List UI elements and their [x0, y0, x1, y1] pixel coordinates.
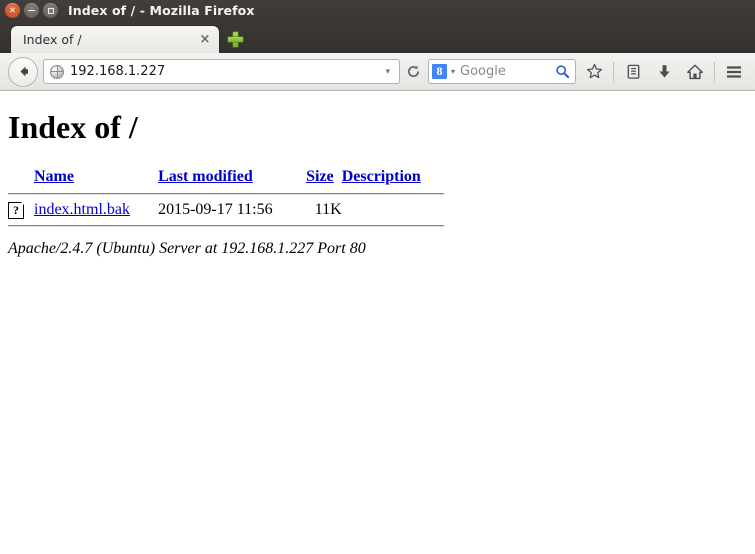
url-input[interactable]: 192.168.1.227	[70, 64, 380, 79]
new-tab-button[interactable]	[222, 25, 248, 53]
header-rule-row	[8, 190, 444, 198]
plus-icon	[227, 31, 244, 48]
home-icon	[687, 64, 703, 79]
search-icon[interactable]	[555, 64, 570, 79]
file-link[interactable]: index.html.bak	[34, 201, 130, 218]
window-controls: ×	[0, 3, 58, 18]
star-icon	[586, 63, 602, 79]
home-button[interactable]	[682, 59, 708, 85]
window-titlebar: × Index of / - Mozilla Firefox	[0, 0, 755, 21]
window-title: Index of / - Mozilla Firefox	[68, 3, 255, 18]
url-bar[interactable]: 192.168.1.227 ▾	[43, 59, 400, 84]
tab-index-of[interactable]: Index of / ×	[10, 25, 220, 53]
unknown-file-icon: ?	[8, 201, 25, 219]
reload-button[interactable]	[405, 64, 421, 80]
menu-button[interactable]	[721, 59, 747, 85]
icon-column-header	[8, 168, 34, 190]
table-header-row: Name Last modified Size Description	[8, 168, 444, 190]
close-icon: ×	[9, 5, 16, 14]
hamburger-menu-icon	[727, 65, 741, 78]
file-icon-cell: ?	[8, 198, 34, 222]
maximize-window-button[interactable]	[43, 3, 58, 18]
server-signature: Apache/2.4.7 (Ubuntu) Server at 192.168.…	[8, 240, 366, 257]
back-arrow-icon	[20, 66, 28, 77]
maximize-icon	[47, 7, 54, 14]
page-title: Index of /	[8, 109, 138, 145]
table-row: ? index.html.bak 2015-09-17 11:56 11K	[8, 198, 444, 222]
sort-by-name-link[interactable]: Name	[34, 168, 74, 185]
chevron-down-icon[interactable]: ▾	[380, 66, 395, 77]
globe-icon	[50, 64, 64, 79]
description-column-header: Description	[342, 168, 444, 190]
sort-by-description-link[interactable]: Description	[342, 168, 421, 185]
search-bar[interactable]: 8 ▾ Google	[428, 59, 576, 84]
toolbar-separator	[613, 61, 614, 82]
clipboard-icon	[627, 64, 639, 79]
bookmark-button[interactable]	[581, 59, 607, 85]
search-input[interactable]: Google	[460, 64, 555, 79]
file-modified-cell: 2015-09-17 11:56	[158, 201, 273, 218]
back-button[interactable]	[8, 56, 38, 87]
directory-listing-table: Name Last modified Size Description ? in…	[8, 168, 444, 230]
toolbar-separator	[714, 61, 715, 82]
name-column-header: Name	[34, 168, 158, 190]
file-size-cell: 11K	[314, 201, 342, 218]
file-description-cell	[342, 198, 444, 222]
last-modified-column-header: Last modified	[158, 168, 306, 190]
file-name-cell: index.html.bak	[34, 198, 158, 222]
google-icon: 8	[432, 64, 447, 79]
reading-list-button[interactable]	[620, 59, 646, 85]
sort-by-date-link[interactable]: Last modified	[158, 168, 253, 185]
footer-rule-row	[8, 222, 444, 230]
download-arrow-icon	[658, 65, 670, 78]
horizontal-rule	[8, 225, 444, 227]
navigation-toolbar: 192.168.1.227 ▾ 8 ▾ Google	[0, 53, 755, 91]
tab-strip: Index of / ×	[0, 21, 755, 53]
minimize-icon	[28, 9, 35, 12]
downloads-button[interactable]	[651, 59, 677, 85]
size-column-header: Size	[306, 168, 342, 190]
close-window-button[interactable]: ×	[5, 3, 20, 18]
horizontal-rule	[8, 193, 444, 195]
tab-close-icon[interactable]: ×	[197, 32, 213, 48]
minimize-window-button[interactable]	[24, 3, 39, 18]
page-content: Index of / Name Last modified Size Descr…	[0, 91, 755, 554]
reload-icon	[407, 65, 419, 78]
sort-by-size-link[interactable]: Size	[306, 168, 334, 185]
tab-label: Index of /	[23, 32, 82, 47]
search-engine-chevron-icon[interactable]: ▾	[447, 67, 460, 76]
